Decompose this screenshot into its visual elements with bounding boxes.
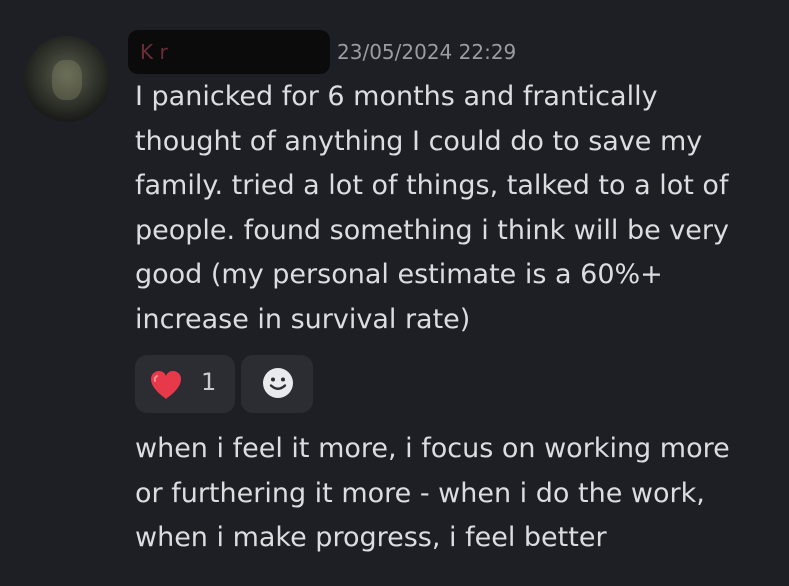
followup-message-text: when i feel it more, i focus on working … — [135, 427, 775, 561]
username-redacted[interactable]: K r — [128, 30, 330, 74]
smile-icon — [263, 368, 293, 398]
message-text: I panicked for 6 months and frantically … — [135, 75, 775, 342]
message-line: or furthering it more - when i do the wo… — [135, 477, 705, 509]
timestamp: 23/05/2024 22:29 — [337, 40, 517, 64]
heart-icon — [151, 371, 181, 399]
chat-message: K r 23/05/2024 22:29 I panicked for 6 mo… — [0, 0, 789, 586]
message-line: family. tried a lot of things, talked to… — [135, 170, 729, 201]
message-line: when i make progress, i feel better — [135, 522, 607, 553]
add-reaction-button[interactable] — [241, 355, 313, 413]
message-line: good (my personal estimate is a 60%+ — [135, 259, 663, 290]
message-line: increase in survival rate) — [135, 303, 471, 335]
reaction-count: 1 — [201, 368, 217, 396]
message-line: thought of anything I could do to save m… — [135, 125, 703, 157]
avatar[interactable] — [24, 36, 110, 122]
message-line: when i feel it more, i focus on working … — [135, 433, 730, 464]
message-line: I panicked for 6 months and frantically — [135, 81, 658, 112]
reaction-heart[interactable]: 1 — [135, 355, 235, 413]
username: K r — [140, 40, 168, 64]
message-line: people. found something i think will be … — [135, 214, 729, 246]
